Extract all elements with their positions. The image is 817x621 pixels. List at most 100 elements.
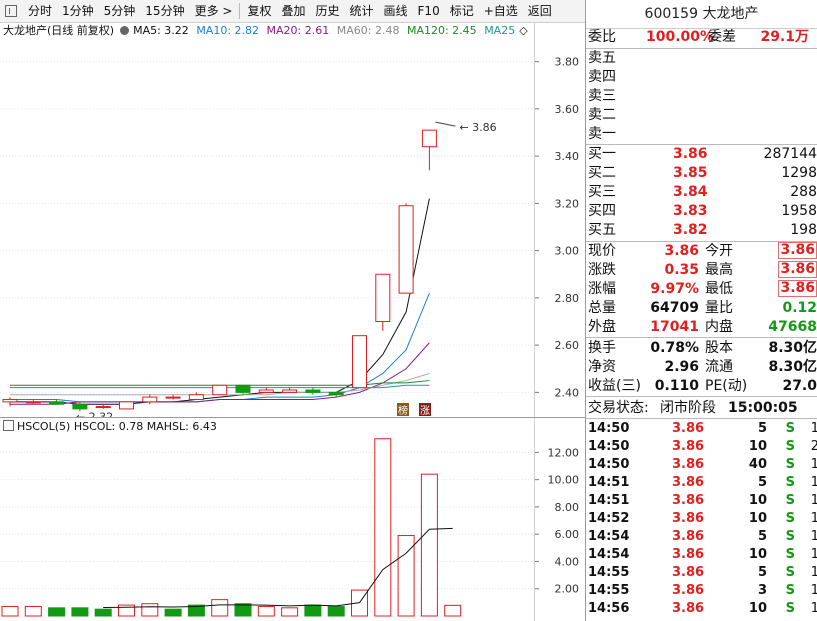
tick-time: 14:51 — [588, 475, 630, 490]
tick-time: 14:50 — [588, 457, 630, 472]
tick-side: S — [785, 439, 795, 454]
tick-volume: 5 — [757, 421, 767, 436]
stat-label: 收益(三) — [588, 378, 641, 394]
divider — [586, 418, 817, 419]
ma120-legend: MA120: 2.45 — [406, 24, 477, 37]
stat-value: 0.12 — [782, 300, 817, 316]
candle-body — [188, 394, 204, 400]
tick-time: 14:55 — [588, 565, 630, 580]
tick-side: S — [785, 565, 795, 580]
stat-label: 今开 — [705, 243, 733, 259]
stat-value: 47668 — [768, 319, 817, 335]
buy-level-price: 3.82 — [673, 222, 708, 238]
tab-1min[interactable]: 1分钟 — [57, 0, 99, 22]
turnover-bar — [211, 599, 229, 617]
tab-5min[interactable]: 5分钟 — [99, 0, 141, 22]
candle-body — [235, 384, 251, 393]
y-tick-label: 2.80 — [555, 292, 580, 305]
mark-button[interactable]: 标记 — [445, 0, 479, 22]
more-periods-button[interactable]: 更多 > — [190, 0, 238, 22]
ma250-legend: MA25 — [484, 24, 516, 37]
tick-side: S — [785, 601, 795, 616]
candle-body — [142, 396, 158, 403]
divider — [586, 337, 817, 338]
y-tick-label: 3.00 — [555, 245, 580, 258]
tick-row: 14:50 3.86 10 S 2 — [588, 438, 817, 456]
tick-price: 3.86 — [672, 583, 705, 598]
tick-count: 1 — [810, 583, 817, 598]
stat-value: 2.96 — [664, 359, 699, 375]
tab-15min[interactable]: 15分钟 — [140, 0, 189, 22]
y-tick-label: 3.80 — [555, 56, 580, 69]
stat-label: 量比 — [705, 300, 733, 316]
weibi-label: 委比 — [588, 29, 616, 45]
stat-value: 0.78% — [650, 340, 699, 356]
statistics-button[interactable]: 统计 — [345, 0, 379, 22]
tick-time: 14:56 — [588, 601, 630, 616]
buy-level-volume: 198 — [790, 222, 817, 238]
sell-level-label: 卖三 — [588, 88, 616, 104]
adjust-button[interactable]: 复权 — [242, 0, 276, 22]
turnover-chart[interactable]: 12.00 10.00 8.00 6.00 4.00 2.00 — [0, 418, 585, 621]
high-pointer — [435, 121, 456, 127]
weibi-value: 100.00% — [646, 29, 715, 45]
tick-price: 3.86 — [672, 529, 705, 544]
tick-side: S — [785, 493, 795, 508]
tick-count: 1 — [810, 565, 817, 580]
tick-row: 14:54 3.86 10 S 1 — [588, 546, 817, 564]
candle-body — [72, 403, 88, 410]
turnover-bar — [257, 605, 275, 617]
legend-more-icon[interactable]: ◇ — [519, 24, 527, 37]
kline-chart[interactable]: 3.803.603.403.203.002.802.602.40← 3.86← … — [0, 38, 585, 418]
turnover-bar — [420, 473, 438, 617]
buy-level-row: 买三 3.84 288 — [588, 183, 817, 202]
stat-value: 3.86 — [778, 242, 817, 259]
candle-body — [305, 389, 321, 393]
turnover-bar — [48, 607, 66, 617]
quote-panel: 600159 大龙地产 委比 100.00% 委差 29.1万 卖五 卖四 卖三 卖二… — [586, 0, 817, 621]
settings-dropdown-icon[interactable] — [120, 26, 130, 35]
candle-body — [95, 406, 111, 409]
candle-body — [398, 205, 414, 294]
turnover-bar — [234, 603, 252, 617]
sell-level-row: 卖四 — [588, 68, 817, 87]
toolbar-divider — [239, 3, 241, 19]
stat-label: 总量 — [588, 300, 616, 316]
panel-toggle-icon[interactable] — [5, 5, 17, 17]
tick-row: 14:50 3.86 5 S 1 — [588, 420, 817, 438]
tick-volume: 10 — [748, 439, 767, 454]
trade-status-row: 交易状态: 闭市阶段 15:00:05 — [588, 399, 817, 418]
turnover-bar — [94, 608, 112, 617]
weicha-value: 29.1万 — [760, 29, 809, 45]
buy-level-price: 3.86 — [673, 146, 708, 162]
stat-value: 8.30亿 — [768, 340, 817, 356]
ma60-legend: MA60: 2.48 — [336, 24, 400, 37]
tick-side: S — [785, 511, 795, 526]
y-tick-label: 3.60 — [555, 103, 580, 116]
stat-label: 涨跌 — [588, 262, 616, 278]
tick-volume: 10 — [748, 547, 767, 562]
tick-price: 3.86 — [672, 457, 705, 472]
overlay-button[interactable]: 叠加 — [276, 0, 310, 22]
tick-volume: 3 — [757, 583, 767, 598]
candle-body — [352, 335, 367, 389]
tick-count: 1 — [810, 457, 817, 472]
add-watchlist-button[interactable]: +自选 — [479, 0, 523, 22]
tick-row: 14:54 3.86 5 S 1 — [588, 528, 817, 546]
stat-label: 现价 — [588, 243, 616, 259]
buy-level-volume: 288 — [790, 184, 817, 200]
tick-price: 3.86 — [672, 547, 705, 562]
back-button[interactable]: 返回 — [523, 0, 557, 22]
f10-button[interactable]: F10 — [413, 0, 445, 22]
turnover-bar — [281, 607, 299, 617]
buy-level-row: 买五 3.82 198 — [588, 221, 817, 240]
tick-volume: 10 — [748, 601, 767, 616]
history-button[interactable]: 历史 — [310, 0, 344, 22]
turnover-bar — [374, 438, 392, 617]
tab-intraday[interactable]: 分时 — [23, 0, 57, 22]
y-axis-divider — [534, 22, 535, 621]
buy-level-volume: 1958 — [781, 203, 817, 219]
stat-label: PE(动) — [705, 378, 748, 394]
draw-line-button[interactable]: 画线 — [379, 0, 413, 22]
sell-level-label: 卖一 — [588, 126, 616, 142]
